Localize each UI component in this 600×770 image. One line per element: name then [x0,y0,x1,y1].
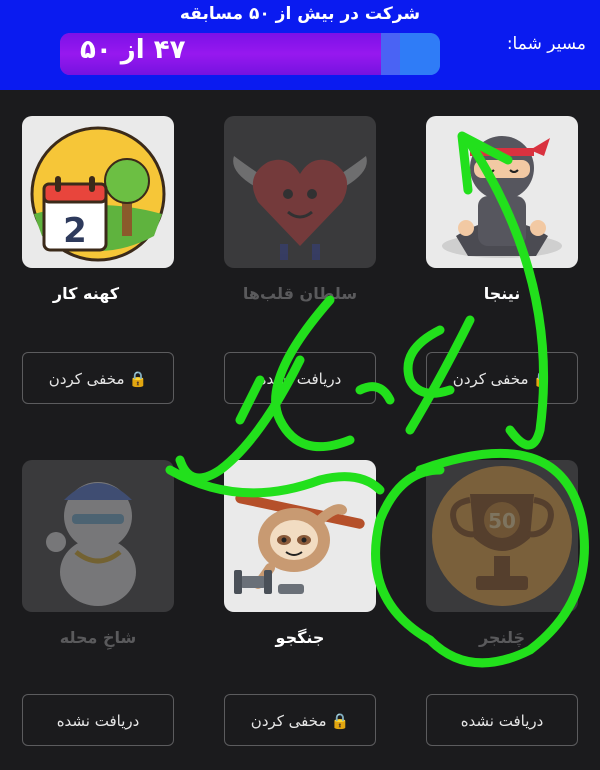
hide-button-veteran[interactable]: 🔒مخفی کردن [22,352,174,404]
not-received-button-challenger[interactable]: دریافت نشده [426,694,578,746]
badge-title-neighborhood: شاخِ محله [59,628,137,647]
badge-title-ninja: نینجا [483,284,521,303]
button-label: مخفی کردن [250,712,327,730]
badge-card-warrior[interactable] [224,460,376,612]
challenge-title: شرکت در بیش از ۵۰ مسابقه [179,4,421,24]
badge-title-veteran: کهنه کار [52,284,120,303]
trophy-50-icon: 50 [432,466,572,606]
badge-card-veteran[interactable]: 2 [22,116,174,268]
winged-heart-icon [233,156,367,260]
calendar-number: 2 [63,211,87,251]
badge-title-challenger: چَلنجر [478,628,526,647]
button-label: دریافت نشده [460,712,544,730]
progress-bar: ۴۷ از ۵۰ [60,33,440,75]
progress-text: ۴۷ از ۵۰ [80,35,186,65]
lock-icon: 🔒 [330,712,350,730]
not-received-button-heart-king[interactable]: دریافت نشده [224,352,376,404]
path-label: مسیر شما: [506,34,586,54]
progress-bar-end [400,33,440,75]
button-label: دریافت نشده [258,370,342,388]
hide-button-ninja[interactable]: 🔒مخفی کردن [426,352,578,404]
lock-icon: 🔒 [128,370,148,388]
header: شرکت در بیش از ۵۰ مسابقه مسیر شما: ۴۷ از… [0,0,600,90]
badge-card-neighborhood[interactable] [22,460,174,612]
button-label: مخفی کردن [48,370,125,388]
trophy-number: 50 [488,509,516,533]
badge-card-ninja[interactable] [426,116,578,268]
badge-card-challenger[interactable]: 50 [426,460,578,612]
button-label: مخفی کردن [452,370,529,388]
not-received-button-neighborhood[interactable]: دریافت نشده [22,694,174,746]
ninja-icon [442,136,562,258]
badge-card-heart-king[interactable] [224,116,376,268]
calendar-tree-icon: 2 [30,126,166,262]
bear-icon [46,482,136,606]
badge-title-warrior: جنگجو [275,628,325,647]
lock-icon: 🔒 [532,370,552,388]
hide-button-warrior[interactable]: 🔒مخفی کردن [224,694,376,746]
button-label: دریافت نشده [56,712,140,730]
sloth-icon [234,493,365,594]
badge-title-heart-king: سلطان قلب‌ها [242,284,358,303]
